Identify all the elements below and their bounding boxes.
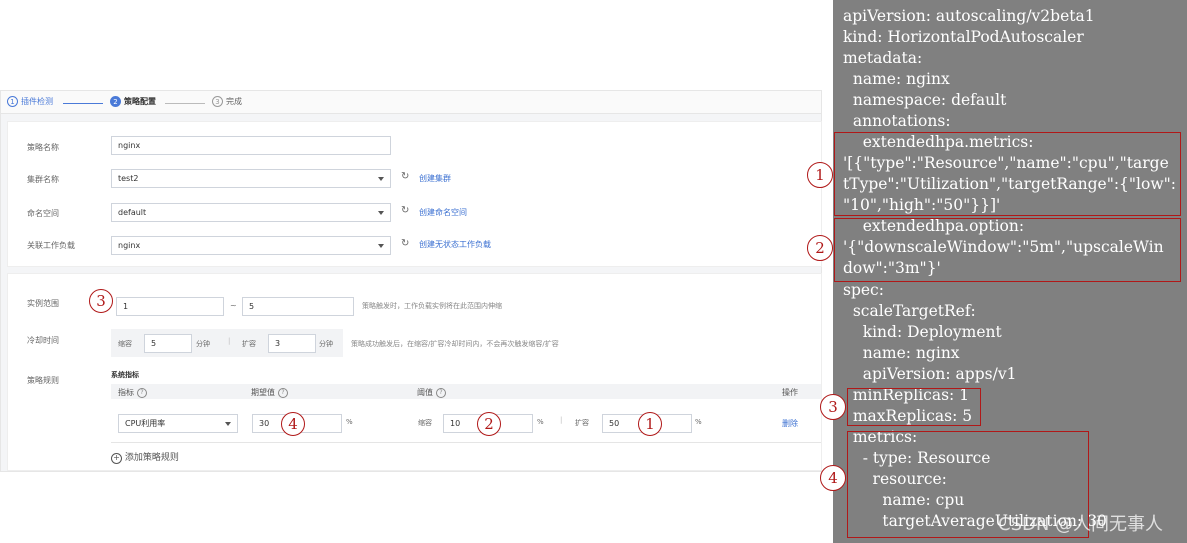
yaml-panel: apiVersion: autoscaling/v2beta1 kind: Ho… xyxy=(833,0,1187,543)
threshold-scale-out-label: 扩容 xyxy=(575,419,589,427)
yaml-line: kind: HorizontalPodAutoscaler xyxy=(843,28,1084,46)
step-connector xyxy=(63,103,103,104)
system-metrics-label: 系统指标 xyxy=(111,371,139,379)
add-rule-label: 添加策略规则 xyxy=(124,453,179,463)
chevron-down-icon xyxy=(378,244,384,248)
wizard-steps: 1 插件检测 2 策略配置 3 完成 xyxy=(1,91,821,114)
range-hint: 策略触发时，工作负载实例将在此范围内伸缩 xyxy=(362,302,502,310)
namespace-select[interactable]: default xyxy=(111,203,391,222)
create-workload-link[interactable]: 创建无状态工作负载 xyxy=(419,239,491,250)
policy-name-label: 策略名称 xyxy=(27,143,59,152)
scale-out-label: 扩容 xyxy=(242,340,256,348)
help-icon: ? xyxy=(137,387,147,398)
col-expected: 期望值? xyxy=(251,387,288,398)
col-metric: 指标? xyxy=(118,387,147,398)
metric-value: CPU利用率 xyxy=(125,419,166,428)
cooldown-hint: 策略成功触发后，在缩容/扩容冷却时间内，不会再次触发缩容/扩容 xyxy=(351,340,559,348)
max-instances-input[interactable]: 5 xyxy=(242,297,354,316)
min-instances-input[interactable]: 1 xyxy=(116,297,224,316)
rules-table-header xyxy=(111,384,821,399)
create-namespace-link[interactable]: 创建命名空间 xyxy=(419,207,467,218)
step-number: 2 xyxy=(110,96,121,107)
cluster-value: test2 xyxy=(118,174,139,183)
cluster-select[interactable]: test2 xyxy=(111,169,391,188)
yaml-line: annotations: xyxy=(843,112,951,130)
yaml-line: name: nginx xyxy=(843,70,950,88)
help-icon: ? xyxy=(436,387,446,398)
callout-3: 3 xyxy=(89,289,113,313)
yaml-line: namespace: default xyxy=(843,91,1007,109)
yaml-callout-2: 2 xyxy=(807,235,833,261)
yaml-line: spec: xyxy=(843,281,884,299)
add-rule-button[interactable]: + 添加策略规则 xyxy=(111,450,179,464)
step-label: 插件检测 xyxy=(21,97,53,106)
basic-info-card: 策略名称 nginx 集群名称 test2 ↻ 创建集群 命名空间 defaul… xyxy=(7,121,822,267)
callout-2: 2 xyxy=(477,412,501,436)
workload-select[interactable]: nginx xyxy=(111,236,391,255)
rules-label: 策略规则 xyxy=(27,376,59,385)
refresh-icon[interactable]: ↻ xyxy=(401,171,409,182)
delete-rule-link[interactable]: 删除 xyxy=(782,418,798,429)
scale-in-cooldown-input[interactable]: 5 xyxy=(144,334,192,353)
threshold-scale-in-unit: % xyxy=(537,418,544,426)
yaml-line: name: nginx xyxy=(843,344,960,362)
divider: | xyxy=(228,337,231,345)
workload-label: 关联工作负载 xyxy=(27,241,75,250)
divider: | xyxy=(560,416,563,424)
cooldown-label: 冷却时间 xyxy=(27,336,59,345)
range-separator: ~ xyxy=(230,301,237,310)
callout-1: 1 xyxy=(638,412,662,436)
yaml-callout-3: 3 xyxy=(820,394,846,420)
policy-name-input[interactable]: nginx xyxy=(111,136,391,155)
watermark: CSDN @人间无事人 xyxy=(998,514,1164,535)
threshold-scale-in-label: 缩容 xyxy=(418,419,432,427)
yaml-line: apiVersion: autoscaling/v2beta1 xyxy=(843,7,1095,25)
create-cluster-link[interactable]: 创建集群 xyxy=(419,173,451,184)
step-label: 完成 xyxy=(226,97,242,106)
scale-out-unit: 分钟 xyxy=(319,340,333,348)
highlight-box-metrics xyxy=(834,132,1181,216)
namespace-value: default xyxy=(118,208,147,217)
expected-unit: % xyxy=(346,418,353,426)
yaml-line: kind: Deployment xyxy=(843,323,1002,341)
col-action: 操作 xyxy=(782,388,798,397)
step-plugin-check[interactable]: 1 插件检测 xyxy=(7,96,53,107)
step-number: 3 xyxy=(212,96,223,107)
refresh-icon[interactable]: ↻ xyxy=(401,238,409,249)
namespace-label: 命名空间 xyxy=(27,209,59,218)
divider xyxy=(111,442,821,443)
chevron-down-icon xyxy=(378,177,384,181)
step-label: 策略配置 xyxy=(124,97,156,106)
col-threshold: 阈值? xyxy=(417,387,446,398)
chevron-down-icon xyxy=(225,422,231,426)
refresh-icon[interactable]: ↻ xyxy=(401,205,409,216)
step-number: 1 xyxy=(7,96,18,107)
step-connector xyxy=(165,103,205,104)
workload-value: nginx xyxy=(118,241,141,250)
metric-select[interactable]: CPU利用率 xyxy=(118,414,238,433)
highlight-box-option xyxy=(834,218,1181,282)
hpa-policy-form-panel: 1 插件检测 2 策略配置 3 完成 策略名称 nginx 集群名称 test2… xyxy=(0,90,822,472)
scaling-config-card: 实例范围 1 ~ 5 策略触发时，工作负载实例将在此范围内伸缩 3 冷却时间 缩… xyxy=(7,273,822,471)
help-icon: ? xyxy=(278,387,288,398)
scale-in-unit: 分钟 xyxy=(196,340,210,348)
step-done: 3 完成 xyxy=(212,96,242,107)
yaml-callout-4: 4 xyxy=(820,465,846,491)
yaml-line: scaleTargetRef: xyxy=(843,302,976,320)
callout-4: 4 xyxy=(281,412,305,436)
yaml-callout-1: 1 xyxy=(807,162,833,188)
yaml-line: metadata: xyxy=(843,49,923,67)
highlight-box-replicas xyxy=(847,388,981,426)
scale-out-cooldown-input[interactable]: 3 xyxy=(268,334,316,353)
threshold-scale-out-unit: % xyxy=(695,418,702,426)
instance-range-label: 实例范围 xyxy=(27,299,59,308)
plus-circle-icon: + xyxy=(111,453,122,464)
yaml-line: apiVersion: apps/v1 xyxy=(843,365,1017,383)
step-policy-config[interactable]: 2 策略配置 xyxy=(110,96,156,107)
chevron-down-icon xyxy=(378,211,384,215)
scale-in-label: 缩容 xyxy=(118,340,132,348)
cluster-label: 集群名称 xyxy=(27,175,59,184)
